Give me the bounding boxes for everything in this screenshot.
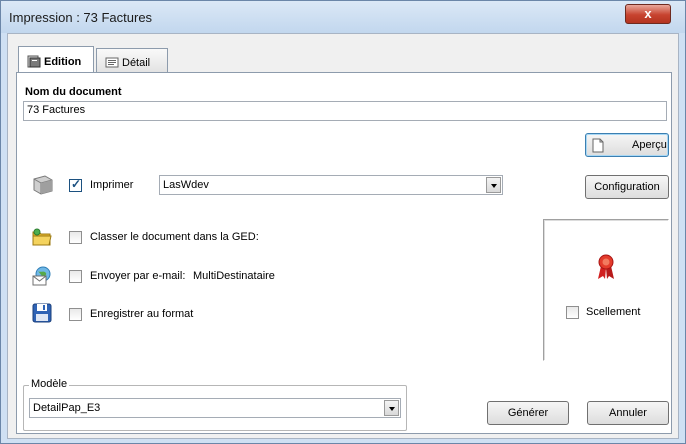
save-format-label: Enregistrer au format	[90, 308, 194, 320]
document-name-label: Nom du document	[25, 86, 122, 98]
tab-edition[interactable]: Edition	[18, 46, 94, 72]
email-checkbox[interactable]	[69, 270, 82, 283]
detail-icon	[105, 56, 119, 69]
email-icon	[31, 265, 53, 290]
printer-select[interactable]: LasWdev	[159, 175, 503, 195]
print-label: Imprimer	[90, 179, 134, 191]
printer-select-value: LasWdev	[163, 179, 209, 191]
seal-box: Scellement	[543, 219, 669, 361]
save-format-checkbox[interactable]	[69, 308, 82, 321]
separator-middle	[21, 208, 667, 209]
separator-top	[21, 165, 667, 166]
email-recipient: MultiDestinataire	[193, 270, 275, 282]
model-legend: Modèle	[29, 378, 70, 390]
ged-label: Classer le document dans la GED:	[90, 231, 259, 243]
preview-icon	[592, 138, 604, 156]
floppy-disk-icon	[32, 303, 52, 326]
tab-detail[interactable]: Détail	[96, 48, 168, 72]
window-title: Impression : 73 Factures	[9, 10, 153, 25]
cancel-button[interactable]: Annuler	[587, 401, 669, 425]
tab-edition-label: Edition	[44, 55, 82, 68]
printer-icon	[31, 174, 55, 199]
folder-icon	[31, 226, 53, 251]
generate-button[interactable]: Générer	[487, 401, 569, 425]
close-button[interactable]: x	[625, 4, 671, 24]
preview-button[interactable]: Aperçu	[585, 133, 669, 157]
check-mark-icon: ✓	[71, 177, 82, 191]
dialog-client-area: Edition Détail Nom du document 73 Factur…	[7, 33, 679, 439]
email-label: Envoyer par e-mail:	[90, 270, 186, 282]
print-dialog-window: Impression : 73 Factures x Edition Détai…	[0, 0, 686, 444]
configuration-button[interactable]: Configuration	[585, 175, 669, 199]
edition-panel: Nom du document 73 Factures Aperçu ✓ Imp…	[16, 72, 672, 434]
seal-checkbox[interactable]	[566, 306, 579, 319]
model-chevron-down-icon[interactable]	[384, 400, 399, 416]
separator-bottom	[21, 369, 667, 370]
print-checkbox[interactable]: ✓	[69, 177, 82, 192]
ged-checkbox[interactable]	[69, 231, 82, 244]
preview-label: Aperçu	[632, 139, 667, 151]
title-bar[interactable]: Impression : 73 Factures x	[1, 1, 685, 33]
document-name-input[interactable]: 73 Factures	[23, 101, 667, 121]
tab-detail-label: Détail	[122, 56, 151, 69]
edition-icon	[27, 55, 41, 68]
seal-label: Scellement	[586, 306, 641, 318]
model-select[interactable]: DetailPap_E3	[29, 398, 401, 418]
model-select-value: DetailPap_E3	[33, 402, 101, 414]
chevron-down-icon[interactable]	[486, 177, 501, 193]
seal-ribbon-icon	[597, 254, 615, 283]
